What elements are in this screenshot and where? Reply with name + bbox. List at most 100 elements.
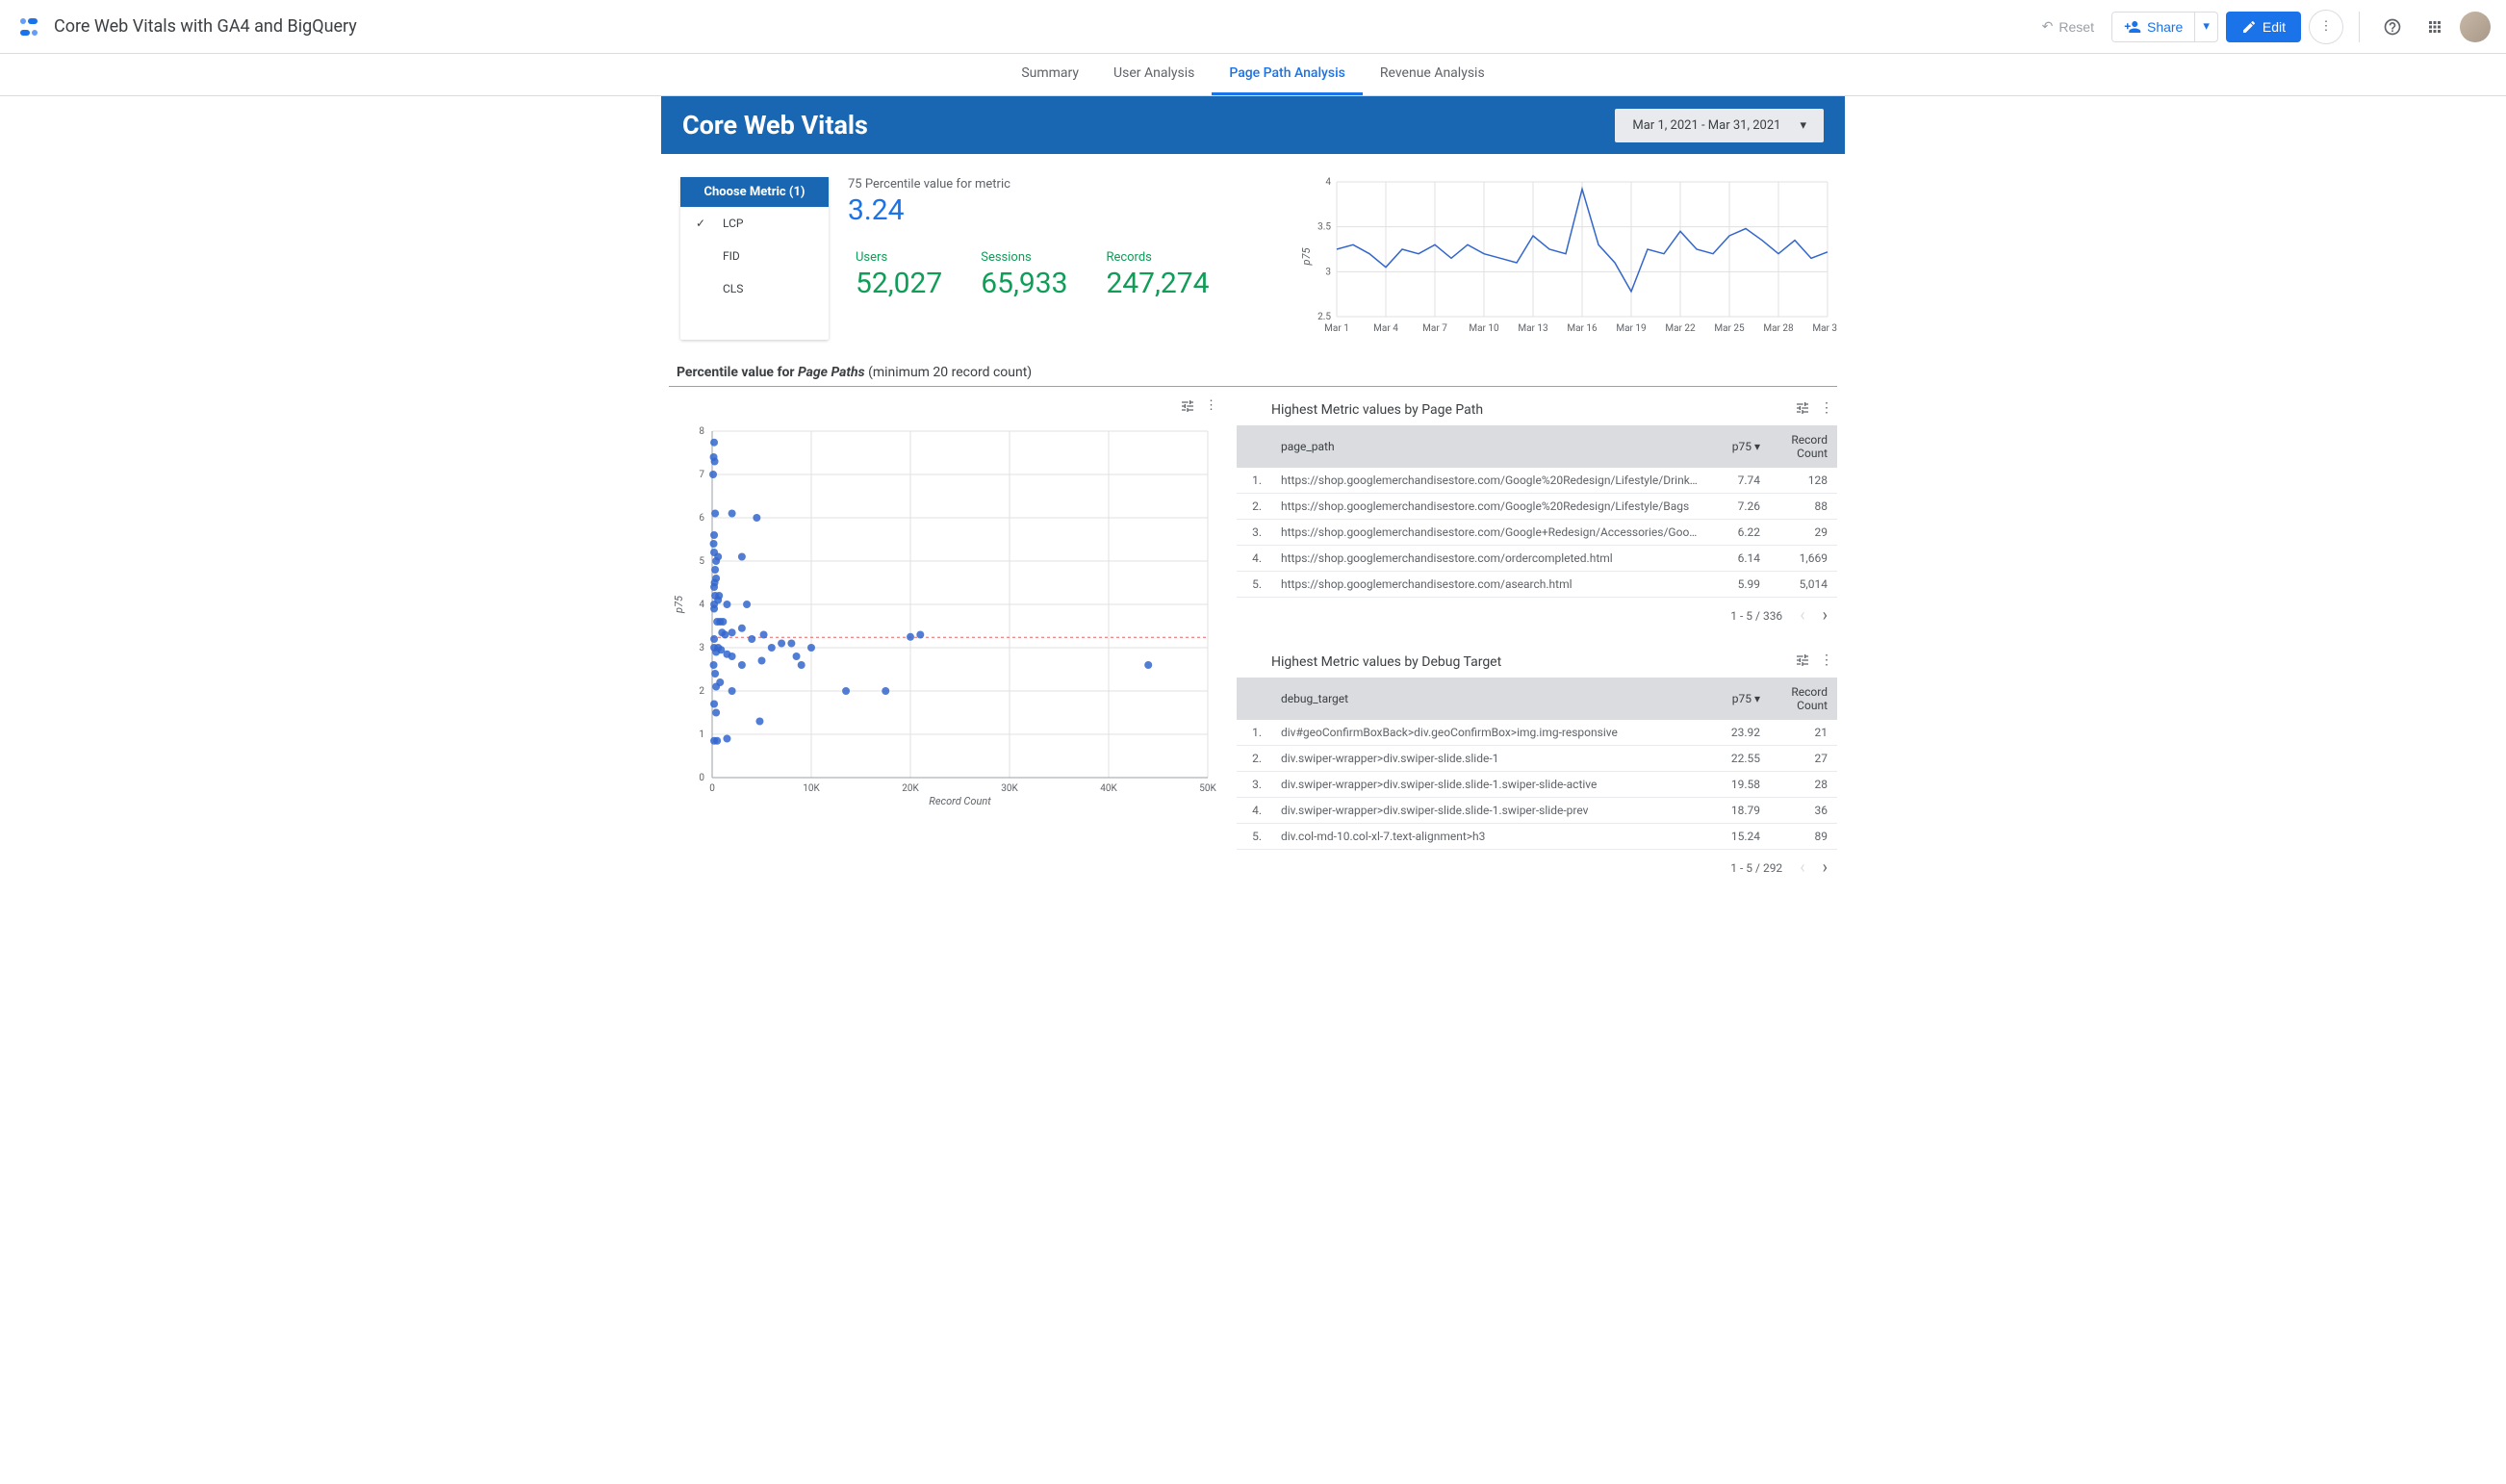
svg-text:30K: 30K	[1001, 783, 1018, 794]
pagination-label: 1 - 5 / 292	[1730, 861, 1782, 875]
col-p75[interactable]: p75 ▾	[1710, 425, 1770, 468]
edit-label: Edit	[2263, 19, 2286, 35]
help-icon	[2383, 17, 2402, 37]
table-title: Highest Metric values by Debug Target	[1271, 654, 1501, 670]
svg-text:Mar 25: Mar 25	[1714, 323, 1745, 334]
stat-label: Users	[856, 250, 942, 265]
svg-text:Mar 28: Mar 28	[1763, 323, 1794, 334]
more-vert-icon[interactable]: ⋮	[1820, 652, 1833, 672]
table-header-row: page_path p75 ▾ Record Count	[1237, 425, 1837, 468]
metric-option-lcp[interactable]: ✓ LCP	[680, 207, 829, 240]
person-add-icon	[2124, 18, 2141, 36]
next-page-button[interactable]: ›	[1823, 605, 1828, 626]
svg-text:Mar 13: Mar 13	[1518, 323, 1547, 334]
user-avatar[interactable]	[2460, 12, 2491, 42]
share-dropdown[interactable]: ▾	[2194, 13, 2217, 41]
pagination-label: 1 - 5 / 336	[1730, 609, 1782, 623]
edit-button[interactable]: Edit	[2226, 12, 2301, 42]
col-record-count[interactable]: Record Count	[1770, 425, 1837, 468]
section-title-emph: Page Paths	[798, 365, 865, 380]
metric-option-fid[interactable]: ✓ FID	[680, 240, 829, 272]
svg-text:2: 2	[699, 686, 704, 697]
table-row[interactable]: 3.div.swiper-wrapper>div.swiper-slide.sl…	[1237, 772, 1837, 798]
svg-text:Record Count: Record Count	[929, 795, 991, 806]
svg-text:Mar 10: Mar 10	[1469, 323, 1499, 334]
apps-button[interactable]	[2417, 10, 2452, 44]
table-row[interactable]: 3.https://shop.googlemerchandisestore.co…	[1237, 520, 1837, 546]
prev-page-button[interactable]: ‹	[1800, 605, 1804, 626]
metric-label: CLS	[723, 282, 743, 295]
section-title-prefix: Percentile value for	[677, 365, 798, 380]
check-icon: ✓	[696, 217, 711, 230]
datastudio-logo-icon	[15, 13, 42, 40]
svg-text:2.5: 2.5	[1317, 312, 1331, 322]
caret-down-icon: ▾	[2203, 19, 2210, 34]
section-title-suffix: (minimum 20 record count)	[865, 365, 1033, 380]
stat-label: Sessions	[981, 250, 1067, 265]
svg-text:Mar 4: Mar 4	[1373, 323, 1398, 334]
table-footer: 1 - 5 / 292 ‹ ›	[1237, 850, 1837, 885]
svg-text:40K: 40K	[1100, 783, 1117, 794]
p75-line-chart: 2.533.54Mar 1Mar 4Mar 7Mar 10Mar 13Mar 1…	[1298, 177, 1837, 340]
date-range-picker[interactable]: Mar 1, 2021 - Mar 31, 2021 ▾	[1615, 109, 1824, 142]
page-path-table-card: Highest Metric values by Page Path ⋮ pag…	[1237, 395, 1837, 633]
share-button[interactable]: Share	[2112, 13, 2194, 41]
col-page-path[interactable]: page_path	[1271, 425, 1710, 468]
table-row[interactable]: 2.https://shop.googlemerchandisestore.co…	[1237, 494, 1837, 520]
svg-text:5: 5	[699, 556, 704, 567]
body-grid: ⋮ 012345678010K20K30K40K50KRecord Countp…	[661, 387, 1845, 907]
scatter-column: ⋮ 012345678010K20K30K40K50KRecord Countp…	[669, 395, 1217, 899]
svg-text:Mar 31: Mar 31	[1812, 323, 1837, 334]
svg-text:1: 1	[699, 729, 704, 740]
svg-text:10K: 10K	[803, 783, 820, 794]
more-vert-icon[interactable]: ⋮	[1820, 400, 1833, 420]
table-row[interactable]: 5.div.col-md-10.col-xl-7.text-alignment>…	[1237, 824, 1837, 850]
svg-text:3: 3	[1325, 267, 1331, 277]
svg-text:Mar 1: Mar 1	[1324, 323, 1349, 334]
app-header: Core Web Vitals with GA4 and BigQuery ↶ …	[0, 0, 2506, 54]
metric-option-cls[interactable]: ✓ CLS	[680, 272, 829, 305]
table-row[interactable]: 5.https://shop.googlemerchandisestore.co…	[1237, 572, 1837, 598]
page-tabs: Summary User Analysis Page Path Analysis…	[0, 54, 2506, 96]
date-range-label: Mar 1, 2021 - Mar 31, 2021	[1632, 118, 1780, 133]
more-options-button[interactable]: ⋮	[2309, 10, 2343, 44]
undo-icon: ↶	[2042, 18, 2054, 35]
divider	[2359, 12, 2360, 42]
col-record-count[interactable]: Record Count	[1770, 678, 1837, 720]
table-row[interactable]: 2.div.swiper-wrapper>div.swiper-slide.sl…	[1237, 746, 1837, 772]
pencil-icon	[2241, 19, 2257, 35]
reset-button[interactable]: ↶ Reset	[2033, 13, 2104, 40]
tune-icon[interactable]	[1795, 400, 1810, 420]
tab-page-path-analysis[interactable]: Page Path Analysis	[1212, 54, 1363, 95]
table-row[interactable]: 1.div#geoConfirmBoxBack>div.geoConfirmBo…	[1237, 720, 1837, 746]
share-label: Share	[2147, 19, 2183, 35]
metric-label: FID	[723, 249, 740, 263]
svg-text:8: 8	[699, 426, 704, 437]
tab-summary[interactable]: Summary	[1004, 54, 1096, 95]
metric-selector-header: Choose Metric (1)	[680, 177, 829, 207]
next-page-button[interactable]: ›	[1823, 857, 1828, 878]
svg-text:0: 0	[699, 773, 704, 783]
table-row[interactable]: 4.div.swiper-wrapper>div.swiper-slide.sl…	[1237, 798, 1837, 824]
help-button[interactable]	[2375, 10, 2410, 44]
tune-icon[interactable]	[1795, 652, 1810, 672]
svg-text:p75: p75	[673, 595, 685, 614]
svg-text:p75: p75	[1300, 247, 1313, 267]
metrics-row: Choose Metric (1) ✓ LCP ✓ FID ✓ CLS 75 P…	[661, 154, 1845, 359]
prev-page-button[interactable]: ‹	[1800, 857, 1804, 878]
tab-user-analysis[interactable]: User Analysis	[1096, 54, 1212, 95]
tune-icon[interactable]	[1180, 398, 1195, 418]
col-debug-target[interactable]: debug_target	[1271, 678, 1709, 720]
stats-block: 75 Percentile value for metric 3.24 User…	[848, 177, 1279, 340]
scatter-chart-svg: 012345678010K20K30K40K50KRecord Countp75	[669, 422, 1217, 806]
tab-revenue-analysis[interactable]: Revenue Analysis	[1363, 54, 1502, 95]
table-row[interactable]: 4.https://shop.googlemerchandisestore.co…	[1237, 546, 1837, 572]
svg-text:Mar 19: Mar 19	[1616, 323, 1646, 334]
report-title: Core Web Vitals with GA4 and BigQuery	[54, 16, 2033, 37]
section-title: Percentile value for Page Paths (minimum…	[669, 359, 1837, 387]
svg-text:50K: 50K	[1199, 783, 1216, 794]
percentile-label: 75 Percentile value for metric	[848, 177, 1279, 192]
table-row[interactable]: 1.https://shop.googlemerchandisestore.co…	[1237, 468, 1837, 494]
more-vert-icon[interactable]: ⋮	[1205, 398, 1217, 418]
col-p75[interactable]: p75 ▾	[1709, 678, 1770, 720]
